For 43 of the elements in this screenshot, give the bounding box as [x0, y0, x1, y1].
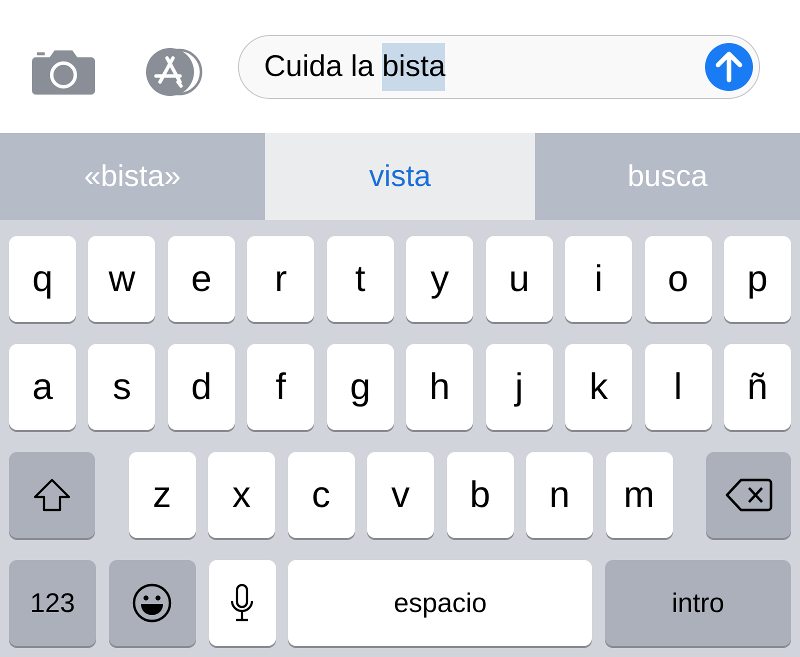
letter-key[interactable]: y [406, 236, 474, 322]
suggestion-item[interactable]: vista [265, 133, 535, 220]
letter-key[interactable]: ñ [724, 344, 791, 430]
letter-key[interactable]: h [406, 344, 474, 430]
numbers-key[interactable]: 123 [9, 560, 96, 646]
space-key[interactable]: espacio [288, 560, 592, 646]
shift-icon [32, 477, 72, 513]
dictation-key[interactable] [208, 560, 276, 646]
letter-key[interactable]: t [326, 236, 394, 322]
letter-key[interactable]: u [486, 236, 553, 322]
letter-key[interactable]: z [128, 452, 196, 538]
send-button[interactable] [705, 43, 753, 91]
letter-key[interactable]: o [644, 236, 712, 322]
microphone-icon [230, 583, 254, 623]
letter-key[interactable]: k [565, 344, 632, 430]
letter-key[interactable]: x [208, 452, 275, 538]
letter-key[interactable]: n [526, 452, 593, 538]
emoji-key[interactable] [108, 560, 196, 646]
letter-key[interactable]: q [9, 236, 76, 322]
smiley-icon [132, 583, 172, 623]
letter-key[interactable]: p [724, 236, 791, 322]
message-text: Cuida la bista [264, 43, 446, 91]
letter-key[interactable]: s [88, 344, 156, 430]
letter-key[interactable]: c [288, 452, 354, 538]
camera-icon[interactable] [32, 48, 95, 94]
letter-key[interactable]: g [326, 344, 394, 430]
letter-key[interactable]: d [168, 344, 235, 430]
letter-key[interactable]: b [446, 452, 514, 538]
letter-key[interactable]: e [168, 236, 235, 322]
letter-key[interactable]: m [606, 452, 672, 538]
message-field[interactable]: Cuida la bista [238, 35, 760, 99]
letter-key[interactable]: v [367, 452, 434, 538]
letter-key[interactable]: f [247, 344, 314, 430]
letter-key[interactable]: i [565, 236, 632, 322]
delete-key[interactable] [706, 452, 791, 538]
letter-key[interactable]: a [9, 344, 76, 430]
delete-icon [724, 478, 772, 512]
letter-key[interactable]: l [644, 344, 712, 430]
letter-key[interactable]: j [486, 344, 553, 430]
return-key[interactable]: intro [605, 560, 791, 646]
shift-key[interactable] [9, 452, 95, 538]
letter-key[interactable]: w [88, 236, 156, 322]
letter-key[interactable]: r [247, 236, 314, 322]
